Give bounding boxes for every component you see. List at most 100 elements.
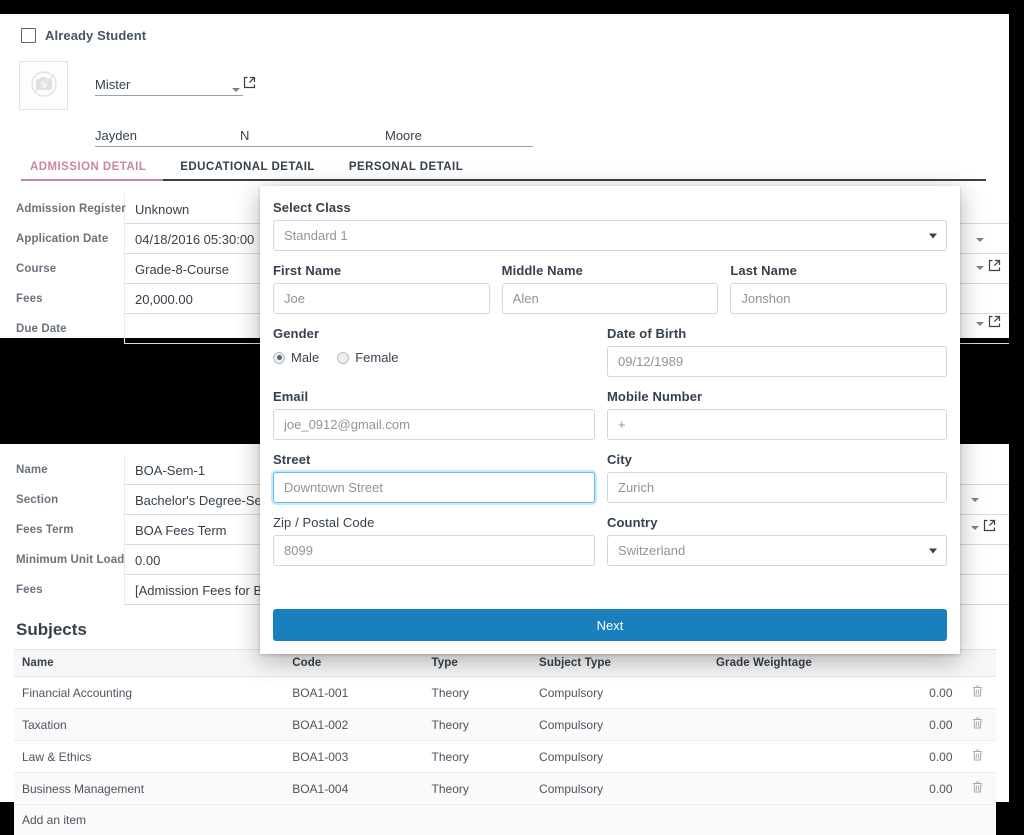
- already-student-checkbox[interactable]: [21, 28, 36, 43]
- country-label: Country: [607, 515, 947, 530]
- gender-male-label: Male: [291, 350, 319, 365]
- first-name-label: First Name: [273, 263, 490, 278]
- street-label: Street: [273, 452, 595, 467]
- last-name-input[interactable]: [385, 128, 533, 147]
- avatar[interactable]: [19, 61, 68, 110]
- zip-input[interactable]: [273, 535, 595, 566]
- date-of-birth-input[interactable]: [607, 346, 947, 377]
- chevron-down-icon: [929, 548, 937, 553]
- table-row[interactable]: Financial Accounting BOA1-001 Theory Com…: [14, 677, 996, 709]
- country-dropdown[interactable]: Switzerland: [607, 535, 947, 566]
- country-value: Switzerland: [618, 543, 685, 558]
- field-label-name: Name: [0, 455, 125, 485]
- cell-subject-type: Compulsory: [531, 741, 708, 773]
- field-label-minimum-unit-load: Minimum Unit Load: [0, 545, 125, 575]
- select-class-label: Select Class: [273, 200, 947, 215]
- email-label: Email: [273, 389, 595, 404]
- trash-icon: [972, 749, 983, 761]
- middle-name-input[interactable]: [502, 283, 719, 314]
- delete-row-button[interactable]: [959, 709, 996, 741]
- middle-name-group: Middle Name: [502, 263, 719, 314]
- cell-subject-type: Compulsory: [531, 677, 708, 709]
- gender-label: Gender: [273, 326, 595, 341]
- delete-row-button[interactable]: [959, 741, 996, 773]
- cell-type: Theory: [424, 741, 532, 773]
- chevron-down-icon-fees-term[interactable]: [971, 526, 979, 530]
- already-student-label: Already Student: [45, 28, 146, 43]
- cell-grade-weightage: 0.00: [884, 773, 959, 805]
- chevron-down-icon-course[interactable]: [976, 266, 984, 270]
- last-name-input[interactable]: [730, 283, 947, 314]
- cell-code: BOA1-003: [284, 741, 423, 773]
- salutation-input[interactable]: [95, 77, 243, 96]
- already-student-row[interactable]: Already Student: [21, 28, 146, 43]
- mobile-number-label: Mobile Number: [607, 389, 947, 404]
- no-camera-icon: [29, 71, 59, 100]
- cell-name: Taxation: [14, 709, 284, 741]
- next-button[interactable]: Next: [273, 609, 947, 641]
- modal-body: Select Class Standard 1 First Name Middl…: [260, 186, 960, 566]
- cell-subject-type: Compulsory: [531, 709, 708, 741]
- mobile-number-group: Mobile Number: [607, 389, 947, 440]
- tab-admission-detail[interactable]: ADMISSION DETAIL: [21, 161, 163, 179]
- chevron-down-icon[interactable]: [232, 88, 240, 92]
- table-row[interactable]: Business Management BOA1-004 Theory Comp…: [14, 773, 996, 805]
- mobile-number-input[interactable]: [607, 409, 947, 440]
- field-label-application-date: Application Date: [0, 224, 125, 254]
- gender-option-male[interactable]: Male: [273, 350, 319, 365]
- delete-row-button[interactable]: [959, 677, 996, 709]
- city-label: City: [607, 452, 947, 467]
- chevron-down-icon-fees[interactable]: [976, 322, 984, 326]
- external-link-icon-fees-term[interactable]: [983, 519, 996, 532]
- name-row: First Name Middle Name Last Name: [273, 263, 947, 314]
- chevron-down-icon-section[interactable]: [971, 498, 979, 502]
- subjects-heading: Subjects: [16, 620, 87, 640]
- add-item-row[interactable]: Add an item: [14, 805, 996, 835]
- cell-grade-spacer: [708, 677, 884, 709]
- street-city-row: Street City: [273, 452, 947, 503]
- add-item-label[interactable]: Add an item: [14, 805, 996, 835]
- select-class-dropdown[interactable]: Standard 1: [273, 220, 947, 251]
- field-label-fees: Fees: [0, 284, 125, 314]
- detail-tabs: ADMISSION DETAIL EDUCATIONAL DETAIL PERS…: [21, 155, 986, 181]
- external-link-icon-fees[interactable]: [988, 315, 1001, 328]
- city-input[interactable]: [607, 472, 947, 503]
- email-group: Email: [273, 389, 595, 440]
- delete-row-button[interactable]: [959, 773, 996, 805]
- street-input[interactable]: [273, 472, 595, 503]
- first-name-input[interactable]: [95, 128, 243, 147]
- cell-subject-type: Compulsory: [531, 773, 708, 805]
- column-header-actions: [959, 650, 996, 677]
- cell-type: Theory: [424, 709, 532, 741]
- zip-country-row: Zip / Postal Code Country Switzerland: [273, 515, 947, 566]
- cell-grade-spacer: [708, 741, 884, 773]
- field-label-section: Section: [0, 485, 125, 515]
- cell-code: BOA1-002: [284, 709, 423, 741]
- student-applicant-modal: Select Class Standard 1 First Name Middl…: [260, 186, 960, 654]
- chevron-down-icon-register[interactable]: [976, 238, 984, 242]
- cell-grade-spacer: [708, 773, 884, 805]
- trash-icon: [972, 781, 983, 793]
- cell-grade-weightage: 0.00: [884, 709, 959, 741]
- gender-option-female[interactable]: Female: [337, 350, 398, 365]
- table-row[interactable]: Taxation BOA1-002 Theory Compulsory 0.00: [14, 709, 996, 741]
- date-of-birth-group: Date of Birth: [607, 326, 947, 377]
- radio-icon-female: [337, 352, 349, 364]
- external-link-icon[interactable]: [243, 76, 256, 89]
- external-link-icon-course[interactable]: [988, 259, 1001, 272]
- tab-educational-detail[interactable]: EDUCATIONAL DETAIL: [163, 161, 332, 179]
- cell-type: Theory: [424, 677, 532, 709]
- field-label-fees-list: Fees: [0, 575, 125, 605]
- table-row[interactable]: Law & Ethics BOA1-003 Theory Compulsory …: [14, 741, 996, 773]
- cell-name: Financial Accounting: [14, 677, 284, 709]
- first-name-input[interactable]: [273, 283, 490, 314]
- tab-personal-detail[interactable]: PERSONAL DETAIL: [332, 161, 480, 179]
- gender-radio-group: Male Female: [273, 346, 595, 365]
- gender-female-label: Female: [355, 350, 398, 365]
- cell-grade-weightage: 0.00: [884, 741, 959, 773]
- trash-icon: [972, 685, 983, 697]
- cell-code: BOA1-004: [284, 773, 423, 805]
- select-class-row: Select Class Standard 1: [273, 200, 947, 251]
- email-input[interactable]: [273, 409, 595, 440]
- trash-icon: [972, 717, 983, 729]
